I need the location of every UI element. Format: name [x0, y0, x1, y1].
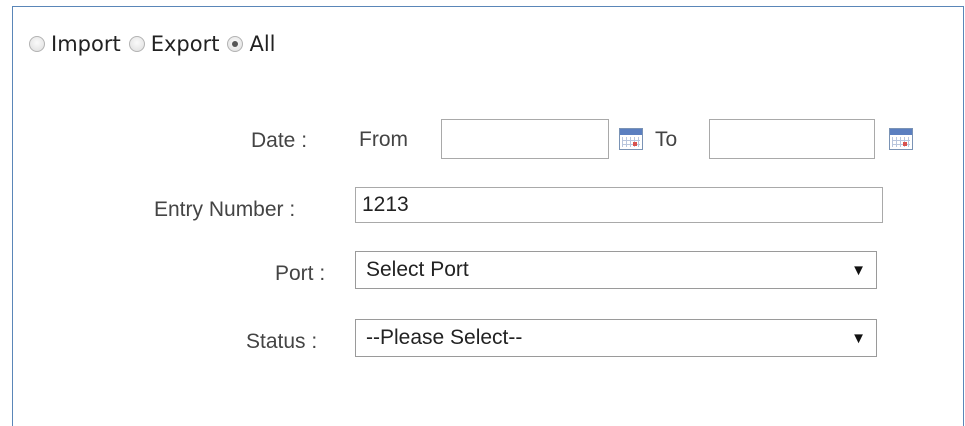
calendar-icon[interactable]	[889, 128, 913, 150]
type-filter-radio-group: Import Export All	[29, 29, 284, 59]
port-select[interactable]: Select Port ▼	[355, 251, 877, 289]
calendar-icon-marker	[633, 142, 637, 146]
calendar-icon-marker	[903, 142, 907, 146]
date-label: Date :	[251, 129, 308, 152]
entry-number-label: Entry Number :	[154, 198, 296, 221]
port-label: Port :	[275, 262, 326, 285]
calendar-icon[interactable]	[619, 128, 643, 150]
date-to-label: To	[655, 128, 678, 151]
calendar-icon-header	[890, 129, 912, 135]
status-label: Status :	[246, 330, 318, 353]
radio-all-label: All	[249, 32, 276, 56]
status-select-value: --Please Select--	[366, 326, 523, 349]
port-select-value: Select Port	[366, 258, 469, 281]
radio-export[interactable]: Export	[128, 32, 220, 56]
date-to-input[interactable]	[709, 119, 875, 159]
calendar-icon-grid	[892, 137, 910, 147]
entry-number-input[interactable]: 1213	[355, 187, 883, 223]
radio-all-button[interactable]	[227, 36, 244, 52]
radio-import[interactable]: Import	[29, 32, 121, 56]
date-from-label: From	[359, 128, 408, 151]
radio-import-label: Import	[51, 32, 121, 56]
radio-import-button[interactable]	[29, 36, 45, 52]
date-from-input[interactable]	[441, 119, 609, 159]
radio-export-label: Export	[150, 32, 220, 56]
calendar-icon-grid	[622, 137, 640, 147]
status-select[interactable]: --Please Select-- ▼	[355, 319, 877, 357]
chevron-down-icon: ▼	[851, 329, 866, 347]
radio-all[interactable]: All	[227, 32, 276, 56]
calendar-icon-header	[620, 129, 642, 135]
radio-export-button[interactable]	[128, 36, 145, 52]
search-filter-panel: Import Export All Date : From To Entry N…	[12, 6, 964, 426]
chevron-down-icon: ▼	[851, 261, 866, 279]
